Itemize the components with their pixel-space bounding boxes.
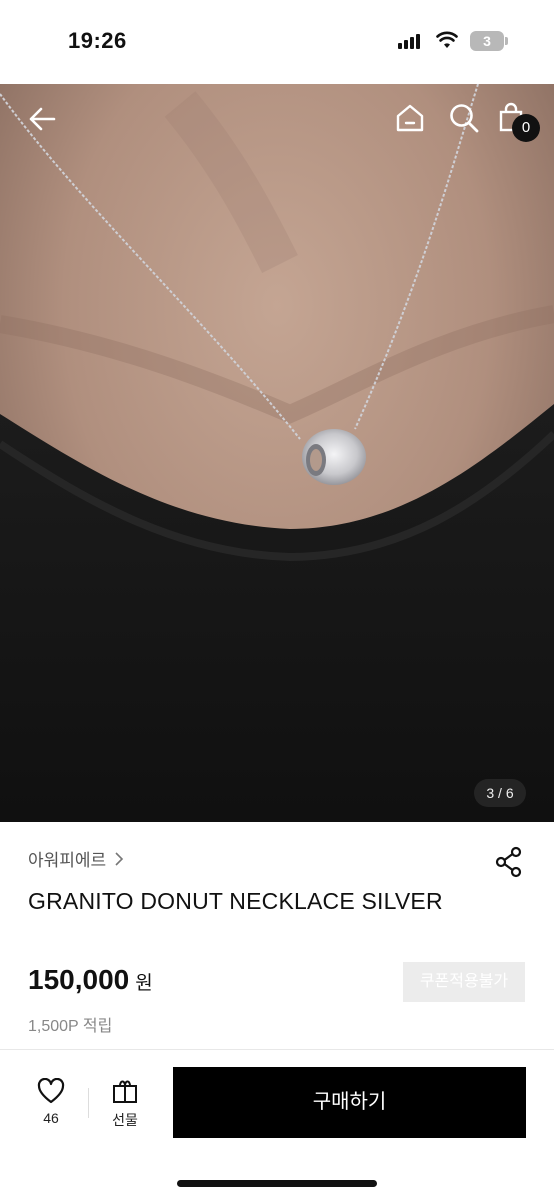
battery-icon: 3 [470, 31, 508, 51]
brand-link[interactable]: 아워피에르 [28, 846, 126, 871]
divider [0, 1049, 554, 1050]
wifi-icon [436, 31, 458, 48]
buy-button[interactable]: 구매하기 [173, 1067, 526, 1138]
gallery-page-indicator: 3 / 6 [474, 779, 526, 807]
home-indicator [177, 1180, 377, 1187]
heart-icon [37, 1078, 65, 1104]
divider [88, 1088, 89, 1118]
status-bar: 19:26 3 [0, 0, 554, 84]
product-title: GRANITO DONUT NECKLACE SILVER [28, 888, 443, 914]
gift-icon [113, 1080, 137, 1103]
share-icon[interactable] [494, 846, 524, 878]
price-value: 150,000 [28, 964, 130, 995]
like-count: 46 [43, 1110, 59, 1126]
search-icon[interactable] [448, 102, 480, 134]
battery-level: 3 [470, 31, 504, 51]
cart-count-badge: 0 [512, 114, 540, 142]
gift-button[interactable]: 선물 [102, 1078, 148, 1134]
back-arrow-icon[interactable] [26, 103, 58, 135]
coupon-unavailable-badge: 쿠폰적용불가 [403, 962, 525, 1002]
gift-label: 선물 [112, 1112, 138, 1128]
home-icon[interactable] [394, 102, 426, 134]
price-row: 150,000 원 [28, 964, 153, 996]
cellular-signal-icon [398, 33, 420, 49]
brand-name: 아워피에르 [28, 851, 107, 870]
product-image-gallery[interactable]: 0 3 / 6 [0, 84, 554, 822]
reward-points: 1,500P 적립 [28, 1018, 113, 1035]
price-currency: 원 [135, 973, 153, 994]
like-button[interactable]: 46 [28, 1078, 74, 1134]
product-photo [0, 84, 554, 822]
chevron-right-icon [115, 851, 124, 866]
status-time: 19:26 [68, 28, 127, 53]
